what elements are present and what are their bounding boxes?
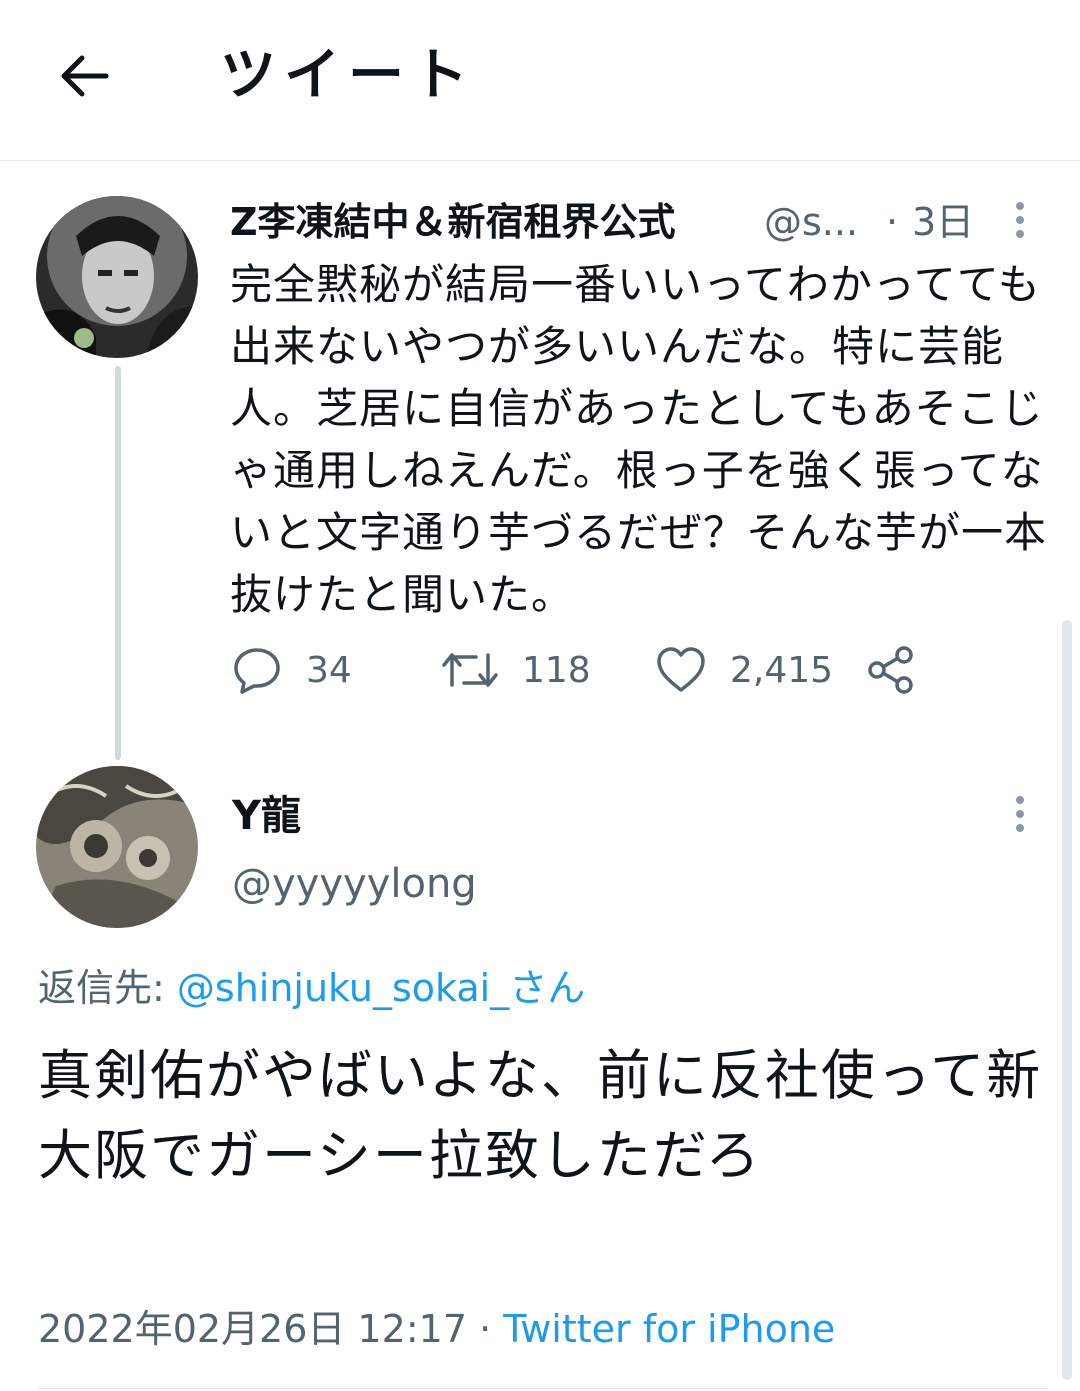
more-dot-icon: [1016, 230, 1024, 238]
tweet2-meta-separator: ·: [467, 1307, 504, 1351]
reply-button[interactable]: 34: [232, 640, 352, 700]
retweet-count: 118: [522, 649, 591, 691]
avatar-tweet2[interactable]: [36, 766, 198, 928]
more-dot-icon: [1016, 810, 1024, 818]
heart-icon: [657, 647, 705, 692]
tweet1-handle[interactable]: @s...: [764, 196, 858, 248]
avatar-image: [36, 766, 198, 928]
reply-to-link[interactable]: @shinjuku_sokai_さん: [177, 966, 585, 1010]
tweet2-handle[interactable]: @yyyyylong: [232, 856, 477, 912]
tweet2-timestamp[interactable]: 2022年02月26日 12:17: [38, 1307, 467, 1351]
reply-to-label: 返信先:: [38, 966, 177, 1010]
back-button[interactable]: [52, 44, 116, 108]
divider: [38, 1388, 1048, 1389]
thread-connector-line: [115, 366, 121, 760]
more-dot-icon: [1016, 202, 1024, 210]
tweet1-more-button[interactable]: [1000, 190, 1040, 250]
reply-count: 34: [306, 649, 352, 691]
tweet1-actions: 34 118 2,415: [232, 640, 932, 700]
retweet-button[interactable]: 118: [442, 640, 591, 700]
tweet2-source-link[interactable]: Twitter for iPhone: [503, 1307, 835, 1351]
like-button[interactable]: 2,415: [656, 640, 833, 700]
tweet2-meta: 2022年02月26日 12:17 · Twitter for iPhone: [38, 1302, 835, 1356]
page-title: ツイート: [220, 43, 476, 108]
reply-to-line: 返信先: @shinjuku_sokai_さん: [38, 960, 585, 1016]
more-dot-icon: [1016, 796, 1024, 804]
avatar-tweet1[interactable]: [36, 196, 198, 358]
share-icon: [868, 646, 913, 694]
more-dot-icon: [1016, 824, 1024, 832]
tweet1-text: 完全黙秘が結局一番いいってわかってても出来ないやつが多いいんだな。特に芸能人。芝…: [230, 260, 1048, 619]
avatar-image: [36, 196, 198, 358]
reply-icon: [234, 648, 280, 694]
share-button[interactable]: [866, 640, 916, 700]
tweet2-display-name[interactable]: Y龍: [232, 788, 301, 844]
top-bar: ツイート: [0, 0, 1080, 161]
tweet1-separator: ·: [886, 200, 899, 244]
tweet2-more-button[interactable]: [1000, 784, 1040, 844]
like-count: 2,415: [730, 649, 834, 691]
scrollbar[interactable]: [1062, 620, 1072, 1380]
retweet-icon: [442, 653, 498, 687]
tweet1-display-name[interactable]: Z李凍結中＆新宿租界公式: [230, 196, 676, 248]
tweet2-text: 真剣佑がやばいよな、前に反社使って新大阪でガーシー拉致しただろ: [38, 1044, 1043, 1187]
more-dot-icon: [1016, 216, 1024, 224]
arrow-left-icon: [61, 55, 109, 97]
tweet1-time[interactable]: 3日: [912, 196, 974, 248]
